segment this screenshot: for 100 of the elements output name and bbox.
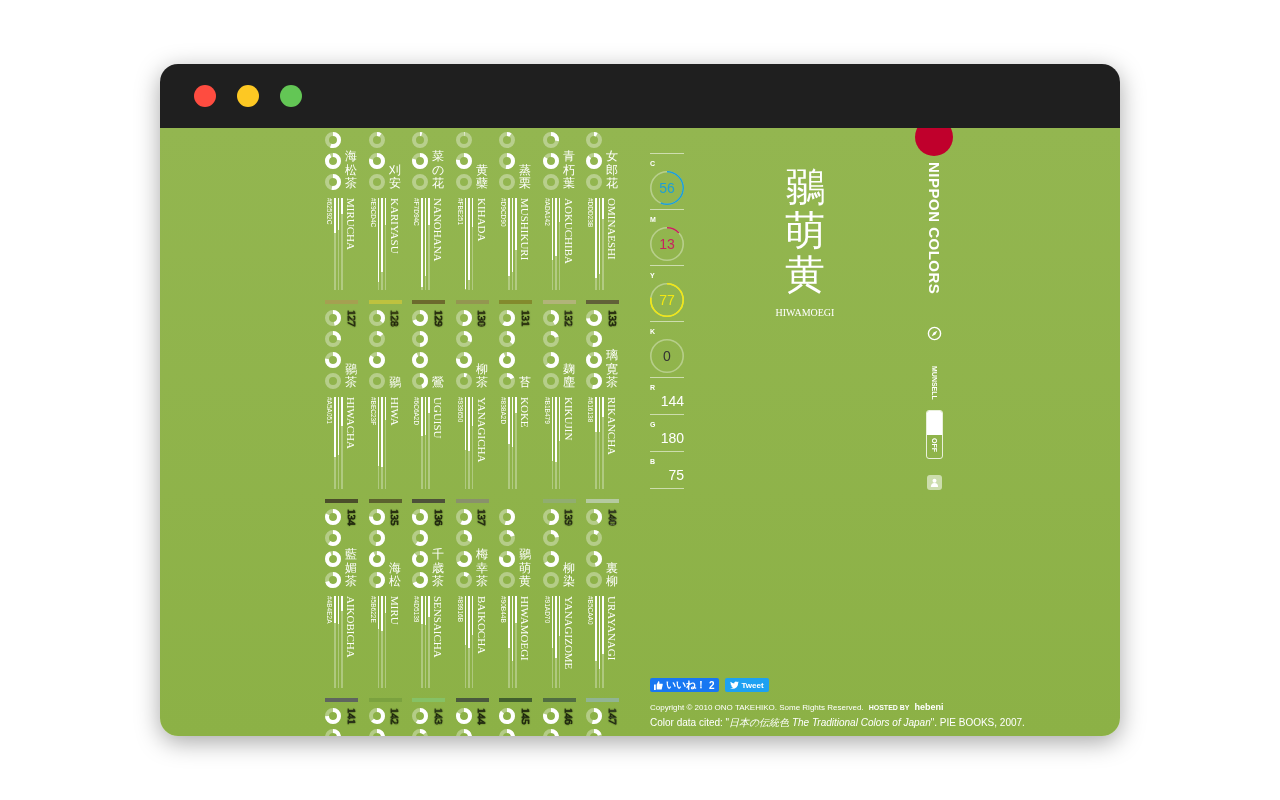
color-kanji: 柳染 [562,561,575,588]
like-button[interactable]: いいね！ 2 [650,678,719,692]
color-kanji: 裏柳 [606,561,618,588]
color-romaji[interactable]: MIRUCHA [344,198,358,250]
color-romaji[interactable]: URAYANAGI [605,596,619,661]
ring-gauge [542,509,559,525]
ring-gauge [412,352,428,368]
citation-text: Color data cited: "日本の伝統色 The Traditional Colors of Japan". PIE BOOKS, 2007. [650,716,1026,730]
color-kanji: 柳茶 [475,362,488,389]
ring-gauge [542,310,559,326]
ring-gauge [586,331,602,347]
ring-gauge [455,132,472,148]
color-romaji[interactable]: AIKOBICHA [344,596,358,658]
color-number: 130 [475,310,488,327]
ring-gauge [499,153,515,169]
ring-gauge [368,530,385,546]
ring-gauge [499,708,515,724]
color-romaji[interactable]: KIHADA [474,198,489,242]
color-number: 137 [475,509,488,526]
cmyk-gauge [650,283,684,317]
color-romaji[interactable]: NANOHANA [431,198,445,262]
ring-gauge [455,331,472,347]
color-kanji: 麹塵 [562,362,575,389]
ring-gauge [455,509,472,525]
color-kanji: 海松茶 [345,150,357,190]
ring-gauge [325,132,341,148]
color-romaji[interactable]: HIWA [387,397,402,426]
color-number: 135 [388,509,401,526]
ring-gauge [542,373,559,389]
color-romaji[interactable]: KOKE [518,397,532,428]
color-number: 134 [344,509,358,526]
ring-gauge [542,530,559,546]
ring-gauge [586,509,602,525]
color-romaji[interactable]: RIKANCHA [605,397,619,456]
color-romaji[interactable]: YANAGIZOME [561,596,576,670]
ring-gauge [325,331,341,347]
ring-gauge [412,551,428,567]
cmyk-gauge [650,227,684,261]
color-number: 145 [518,708,532,725]
color-romaji[interactable]: HIWAMOEGI [518,596,532,661]
ring-gauge [455,373,472,389]
ring-gauge [412,373,428,389]
ring-gauge [368,310,385,326]
cmyk-value: 13 [659,236,675,252]
color-romaji[interactable]: KIKUJIN [561,397,576,441]
window-button[interactable] [237,85,259,107]
color-romaji[interactable]: HIWACHA [344,397,358,449]
ring-gauge [499,530,515,546]
color-kanji: 苔 [519,375,531,389]
color-romaji[interactable]: SENSAICHA [431,596,445,658]
ring-gauge [325,530,341,546]
color-name-romaji: HIWAMOEGI [775,307,835,318]
color-kanji: 千歳茶 [432,548,444,588]
ring-gauge [368,509,385,525]
tweet-button[interactable]: Tweet [724,678,769,692]
ring-gauge [325,373,341,389]
ring-gauge [499,174,515,190]
ring-gauge [325,174,341,190]
ring-gauge [455,572,472,588]
ring-gauge [586,310,602,326]
ring-gauge [325,352,341,368]
color-romaji[interactable]: OMINAESHI [605,198,619,260]
color-romaji[interactable]: MIRU [387,596,402,625]
window-button[interactable] [280,85,302,107]
color-romaji[interactable]: UGUISU [431,397,445,439]
site-logo[interactable]: NIPPON COLORS [925,162,943,295]
ring-gauge [368,352,385,368]
color-number: 139 [562,509,575,526]
ring-gauge [412,331,428,347]
color-kanji: 刈安 [388,163,401,190]
color-romaji[interactable]: KARIYASU [387,198,402,254]
ring-gauge [542,132,559,148]
ring-gauge [325,153,341,169]
color-kanji: 鶸茶 [345,362,357,389]
color-number: 140 [605,509,619,526]
ring-gauge [455,352,472,368]
cmyk-gauge [650,339,684,373]
ring-gauge [499,551,515,567]
ring-gauge [412,708,428,724]
color-romaji[interactable]: AOKUCHIBA [561,198,576,264]
ring-gauge [412,174,428,190]
color-romaji[interactable]: BAIKOCHA [474,596,489,655]
ring-gauge [325,310,341,326]
ring-gauge [455,153,472,169]
color-number: 147 [605,708,619,725]
ring-gauge [586,551,602,567]
cmyk-value: 56 [659,180,675,196]
ring-gauge [586,153,602,169]
ring-gauge [412,132,428,148]
ring-gauge [499,352,515,368]
cmyk-gauge [650,171,684,205]
ring-gauge [542,331,559,347]
logo-circle[interactable] [915,128,953,156]
ring-gauge [455,530,472,546]
ring-gauge [455,174,472,190]
window-button[interactable] [194,85,216,107]
host-logo[interactable]: hebeni [914,702,944,712]
ring-gauge [499,572,515,588]
color-romaji[interactable]: YANAGICHA [474,397,489,463]
color-romaji[interactable]: MUSHIKURI [518,198,532,261]
